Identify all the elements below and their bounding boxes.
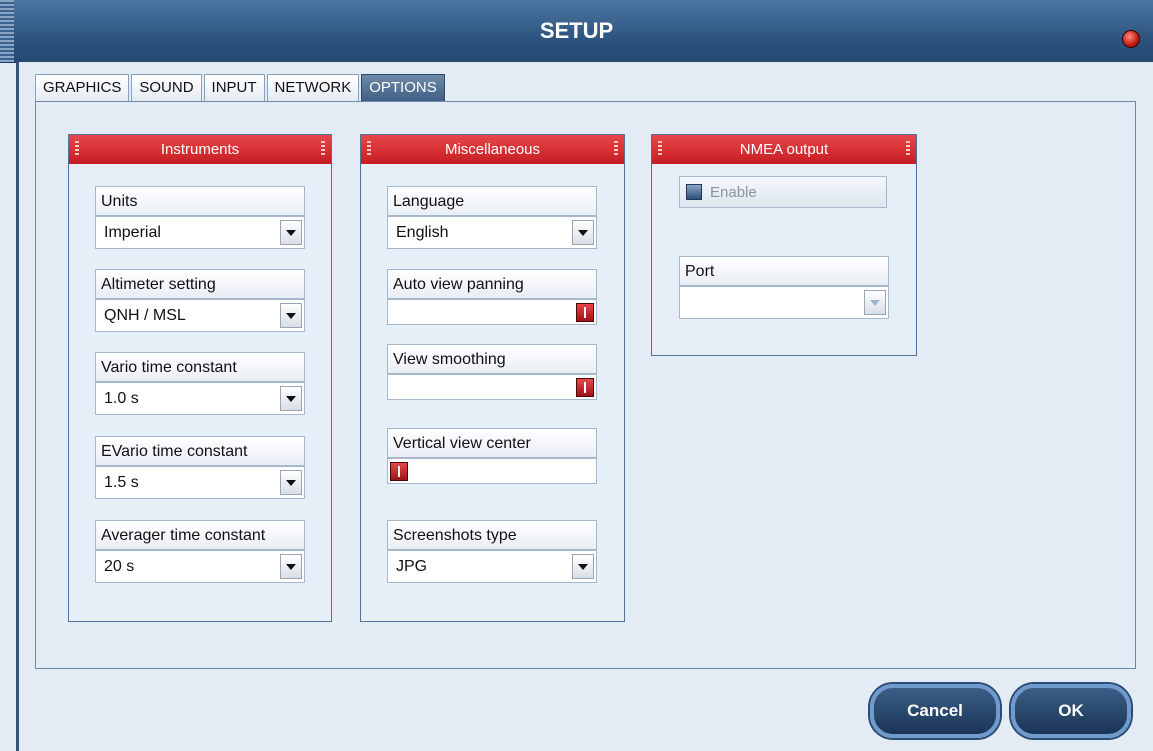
- averager-value: 20 s: [104, 558, 135, 575]
- nmea-panel-title: NMEA output: [739, 141, 829, 158]
- grip-icon: [367, 141, 371, 157]
- cancel-button[interactable]: Cancel: [870, 684, 1000, 738]
- close-icon[interactable]: [1122, 30, 1140, 48]
- smoothing-label: View smoothing: [387, 344, 597, 374]
- evario-label: EVario time constant: [95, 436, 305, 466]
- chevron-down-icon[interactable]: [864, 290, 886, 315]
- units-label: Units: [95, 186, 305, 216]
- tab-graphics[interactable]: GRAPHICS: [35, 74, 130, 101]
- averager-label: Averager time constant: [95, 520, 305, 550]
- chevron-down-icon[interactable]: [572, 554, 594, 579]
- window-title: SETUP: [539, 18, 614, 43]
- altimeter-label: Altimeter setting: [95, 269, 305, 299]
- units-value: Imperial: [104, 224, 161, 241]
- averager-select[interactable]: 20 s: [95, 550, 305, 583]
- evario-field: EVario time constant 1.5 s: [95, 436, 305, 499]
- chevron-down-icon[interactable]: [280, 470, 302, 495]
- title-bar[interactable]: SETUP: [0, 0, 1153, 63]
- options-content: Instruments Units Imperial Altimeter set…: [35, 101, 1136, 669]
- port-label: Port: [679, 256, 889, 286]
- vario-field: Vario time constant 1.0 s: [95, 352, 305, 415]
- ok-button[interactable]: OK: [1011, 684, 1131, 738]
- vertical-center-label: Vertical view center: [387, 428, 597, 458]
- altimeter-value: QNH / MSL: [104, 307, 186, 324]
- grip-icon: [75, 141, 79, 157]
- grip-icon: [321, 141, 325, 157]
- language-field: Language English: [387, 186, 597, 249]
- tab-input[interactable]: INPUT: [203, 74, 265, 101]
- altimeter-select[interactable]: QNH / MSL: [95, 299, 305, 332]
- chevron-down-icon[interactable]: [280, 303, 302, 328]
- instruments-panel: Instruments Units Imperial Altimeter set…: [68, 134, 332, 622]
- instruments-panel-title: Instruments: [160, 141, 240, 158]
- smoothing-slider[interactable]: [387, 374, 597, 400]
- nmea-panel-header: NMEA output: [652, 135, 916, 164]
- averager-field: Averager time constant 20 s: [95, 520, 305, 583]
- enable-label: Enable: [710, 184, 757, 201]
- grip-icon: [658, 141, 662, 157]
- evario-value: 1.5 s: [104, 474, 139, 491]
- nmea-panel: NMEA output Enable Port: [651, 134, 917, 356]
- language-select[interactable]: English: [387, 216, 597, 249]
- chevron-down-icon[interactable]: [572, 220, 594, 245]
- slider-handle[interactable]: [390, 462, 408, 481]
- chevron-down-icon[interactable]: [280, 386, 302, 411]
- evario-select[interactable]: 1.5 s: [95, 466, 305, 499]
- tab-bar: GRAPHICS SOUND INPUT NETWORK OPTIONS: [35, 74, 447, 102]
- screenshots-label: Screenshots type: [387, 520, 597, 550]
- misc-panel-header: Miscellaneous: [361, 135, 624, 164]
- tab-options[interactable]: OPTIONS: [361, 74, 445, 101]
- grip-icon: [906, 141, 910, 157]
- checkbox-icon: [686, 184, 702, 200]
- vario-value: 1.0 s: [104, 390, 139, 407]
- screenshots-value: JPG: [396, 558, 428, 575]
- instruments-panel-header: Instruments: [69, 135, 331, 164]
- units-field: Units Imperial: [95, 186, 305, 249]
- misc-panel-title: Miscellaneous: [444, 141, 541, 158]
- tab-sound[interactable]: SOUND: [131, 74, 202, 101]
- language-value: English: [396, 224, 449, 241]
- tab-network[interactable]: NETWORK: [266, 74, 360, 101]
- auto-pan-field: Auto view panning: [387, 269, 597, 325]
- smoothing-field: View smoothing: [387, 344, 597, 400]
- screenshots-field: Screenshots type JPG: [387, 520, 597, 583]
- slider-handle[interactable]: [576, 378, 594, 397]
- vario-label: Vario time constant: [95, 352, 305, 382]
- grip-icon: [614, 141, 618, 157]
- slider-handle[interactable]: [576, 303, 594, 322]
- auto-pan-slider[interactable]: [387, 299, 597, 325]
- vario-select[interactable]: 1.0 s: [95, 382, 305, 415]
- setup-window: SETUP GRAPHICS SOUND INPUT NETWORK OPTIO…: [0, 0, 1153, 751]
- units-select[interactable]: Imperial: [95, 216, 305, 249]
- port-select[interactable]: [679, 286, 889, 319]
- misc-panel: Miscellaneous Language English Auto view…: [360, 134, 625, 622]
- enable-checkbox[interactable]: Enable: [679, 176, 887, 208]
- port-field: Port: [679, 256, 889, 322]
- altimeter-field: Altimeter setting QNH / MSL: [95, 269, 305, 332]
- language-label: Language: [387, 186, 597, 216]
- auto-pan-label: Auto view panning: [387, 269, 597, 299]
- vertical-center-field: Vertical view center: [387, 428, 597, 484]
- vertical-center-slider[interactable]: [387, 458, 597, 484]
- chevron-down-icon[interactable]: [280, 220, 302, 245]
- chevron-down-icon[interactable]: [280, 554, 302, 579]
- screenshots-select[interactable]: JPG: [387, 550, 597, 583]
